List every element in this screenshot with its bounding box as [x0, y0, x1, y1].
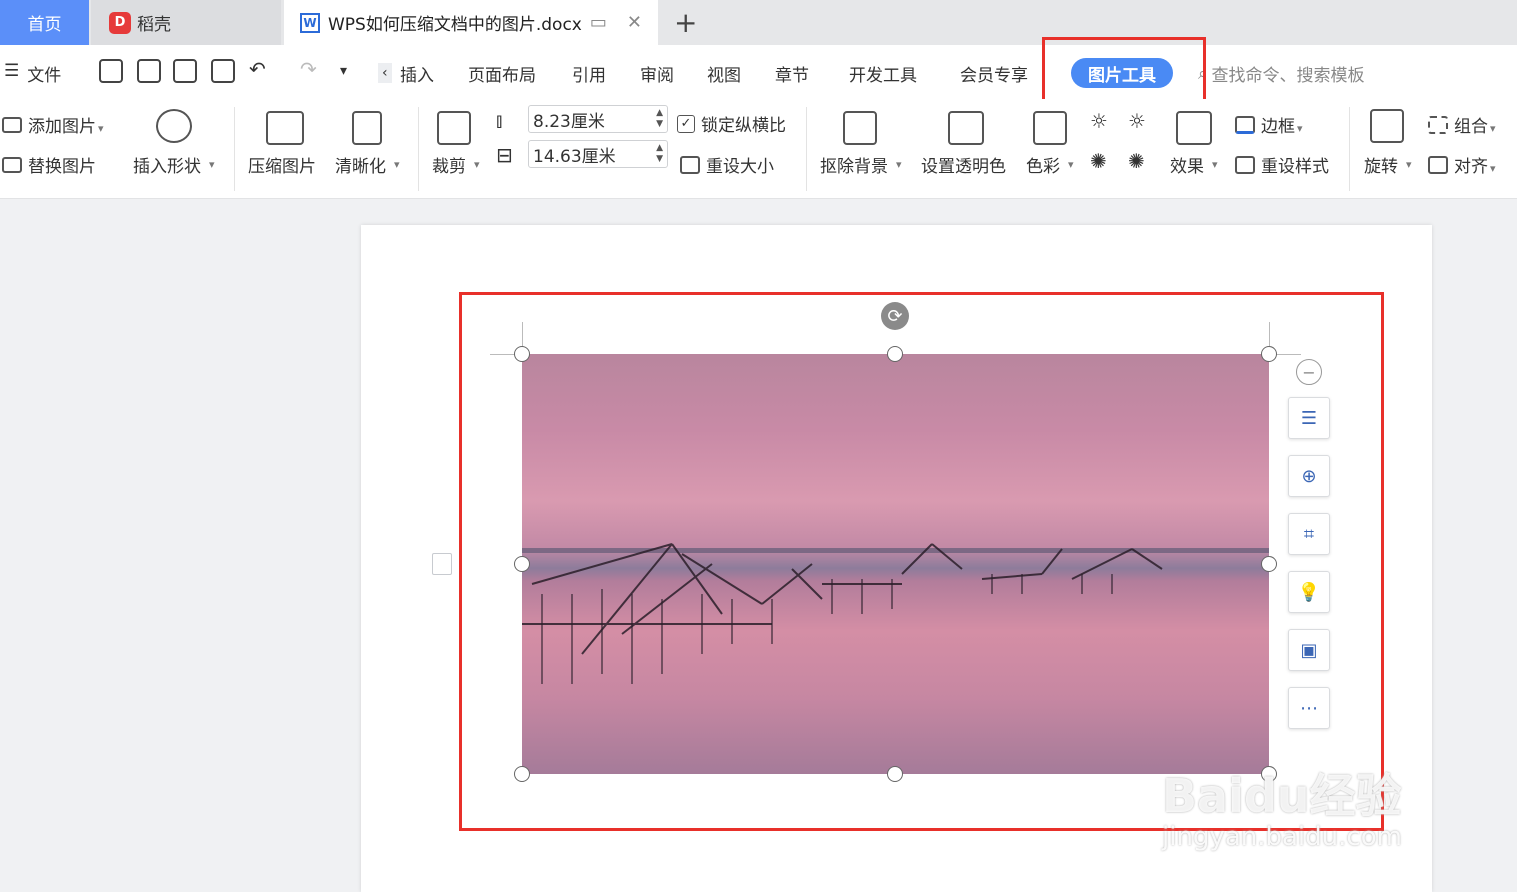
print-icon[interactable]: [173, 59, 197, 83]
ribbon-separator: [806, 107, 807, 191]
add-picture-button[interactable]: 添加图片: [2, 112, 104, 137]
group-icon: [1428, 115, 1448, 134]
add-picture-label: 添加图片: [28, 112, 104, 137]
rotate-button[interactable]: 旋转: [1364, 152, 1412, 177]
set-transparent-icon: [948, 111, 984, 145]
reset-size-label: 重设大小: [706, 157, 774, 177]
remove-background-button[interactable]: 抠除背景: [820, 152, 902, 177]
tab-document[interactable]: W WPS如何压缩文档中的图片.docx ▭ ✕: [284, 0, 658, 45]
menu-view[interactable]: 视图: [707, 61, 741, 86]
align-icon: [1428, 155, 1448, 174]
insert-shape-button[interactable]: 插入形状: [133, 152, 215, 177]
width-spinner-icon[interactable]: ▲ ▼: [656, 143, 663, 165]
file-menu[interactable]: ☰ 文件: [4, 61, 61, 86]
tab-daoke-label: 稻壳: [137, 15, 171, 35]
replace-picture-label: 替换图片: [28, 157, 96, 177]
align-label: 对齐: [1454, 152, 1496, 177]
search-placeholder: 查找命令、搜索模板: [1211, 66, 1365, 86]
lock-ratio-checkbox[interactable]: ✓ 锁定纵横比: [677, 111, 786, 136]
undo-icon[interactable]: ↶: [249, 57, 266, 81]
redo-icon[interactable]: ↷: [300, 57, 317, 81]
height-spinner-icon[interactable]: ▲ ▼: [656, 108, 663, 130]
color-button[interactable]: 色彩: [1026, 152, 1074, 177]
effects-icon: [1176, 111, 1212, 145]
tab-document-title: WPS如何压缩文档中的图片.docx: [328, 15, 582, 35]
baidu-watermark: Baidu经验: [1162, 769, 1402, 823]
tab-daoke[interactable]: D 稻壳: [91, 0, 281, 45]
width-icon: ⊟: [496, 143, 513, 167]
compress-picture-icon: [266, 111, 304, 145]
effects-button[interactable]: 效果: [1170, 152, 1218, 177]
reset-style-icon: [1235, 155, 1255, 174]
brightness-up-icon[interactable]: ☼: [1090, 109, 1108, 133]
border-label: 边框: [1261, 112, 1303, 137]
width-value: 14.63厘米: [533, 146, 616, 167]
file-menu-label: 文件: [27, 66, 62, 86]
reset-size-button[interactable]: 重设大小: [680, 152, 774, 177]
border-button[interactable]: 边框: [1235, 112, 1303, 137]
border-icon: [1235, 115, 1255, 134]
align-button[interactable]: 对齐: [1428, 152, 1496, 177]
save-icon[interactable]: [99, 59, 123, 83]
print-preview-icon[interactable]: [211, 59, 235, 83]
ribbon-separator: [418, 107, 419, 191]
compress-picture-button[interactable]: 压缩图片: [248, 152, 316, 177]
height-icon: ⫾: [496, 108, 503, 132]
checkmark-icon: ✓: [677, 114, 695, 133]
reset-size-icon: [680, 155, 700, 174]
tab-home-label: 首页: [27, 15, 62, 35]
color-icon: [1033, 111, 1067, 145]
tab-bar: 首页 D 稻壳 W WPS如何压缩文档中的图片.docx ▭ ✕ +: [0, 0, 1517, 45]
menu-section[interactable]: 章节: [775, 61, 809, 86]
reset-style-label: 重设样式: [1261, 157, 1329, 177]
crop-icon: [437, 111, 471, 145]
menu-developer[interactable]: 开发工具: [849, 61, 917, 86]
menu-review[interactable]: 审阅: [640, 61, 674, 86]
remove-background-icon: [843, 111, 877, 145]
daoke-logo-icon: D: [109, 11, 131, 34]
highlight-box-image: [459, 292, 1384, 831]
export-icon[interactable]: [137, 59, 161, 83]
scroll-left-icon[interactable]: ‹: [378, 63, 392, 83]
hamburger-icon: ☰: [4, 61, 20, 81]
new-tab-button[interactable]: +: [674, 6, 697, 39]
replace-picture-icon: [2, 156, 22, 173]
ribbon-separator: [1349, 107, 1350, 191]
ribbon: 添加图片 替换图片 插入形状 压缩图片 清晰化 裁剪 ⫾ 8.23厘米 ▲▼ ⊟…: [0, 99, 1517, 199]
brightness-down-icon[interactable]: ☼: [1128, 109, 1146, 133]
add-picture-icon: [2, 116, 22, 133]
lock-ratio-label: 锁定纵横比: [701, 116, 786, 136]
ribbon-separator: [234, 107, 235, 191]
height-value: 8.23厘米: [533, 111, 605, 132]
command-search[interactable]: ⌕ 查找命令、搜索模板: [1198, 61, 1365, 87]
width-input[interactable]: 14.63厘米 ▲ ▼: [528, 140, 668, 168]
close-tab-icon[interactable]: ✕: [627, 12, 642, 33]
menu-references[interactable]: 引用: [572, 61, 606, 86]
group-button[interactable]: 组合: [1428, 112, 1496, 137]
crop-button[interactable]: 裁剪: [432, 152, 480, 177]
group-label: 组合: [1454, 112, 1496, 137]
paragraph-mark-icon[interactable]: [432, 553, 452, 575]
menu-row: ☰ 文件 ↶ ↷ ▾ ‹ 插入 页面布局 引用 审阅 视图 章节 开发工具 会员…: [0, 45, 1517, 99]
contrast-up-icon[interactable]: ✺: [1090, 149, 1107, 173]
set-transparent-button[interactable]: 设置透明色: [921, 152, 1006, 177]
sharpen-button[interactable]: 清晰化: [335, 152, 400, 177]
replace-picture-button[interactable]: 替换图片: [2, 152, 96, 177]
reset-style-button[interactable]: 重设样式: [1235, 152, 1329, 177]
height-input[interactable]: 8.23厘米 ▲ ▼: [528, 105, 668, 133]
tab-home[interactable]: 首页: [0, 0, 89, 45]
contrast-down-icon[interactable]: ✺: [1128, 149, 1145, 173]
baidu-watermark-url: jingyan.baidu.com: [1162, 822, 1402, 852]
menu-insert[interactable]: 插入: [400, 61, 434, 86]
wps-writer-icon: W: [300, 12, 320, 33]
more-quick-icon[interactable]: ▾: [340, 63, 347, 79]
rotate-icon: [1370, 109, 1404, 143]
menu-member[interactable]: 会员专享: [960, 61, 1028, 86]
monitor-icon[interactable]: ▭: [590, 12, 607, 33]
sharpen-icon: [352, 111, 382, 145]
insert-shape-icon: [156, 109, 192, 143]
menu-page-layout[interactable]: 页面布局: [468, 61, 536, 86]
